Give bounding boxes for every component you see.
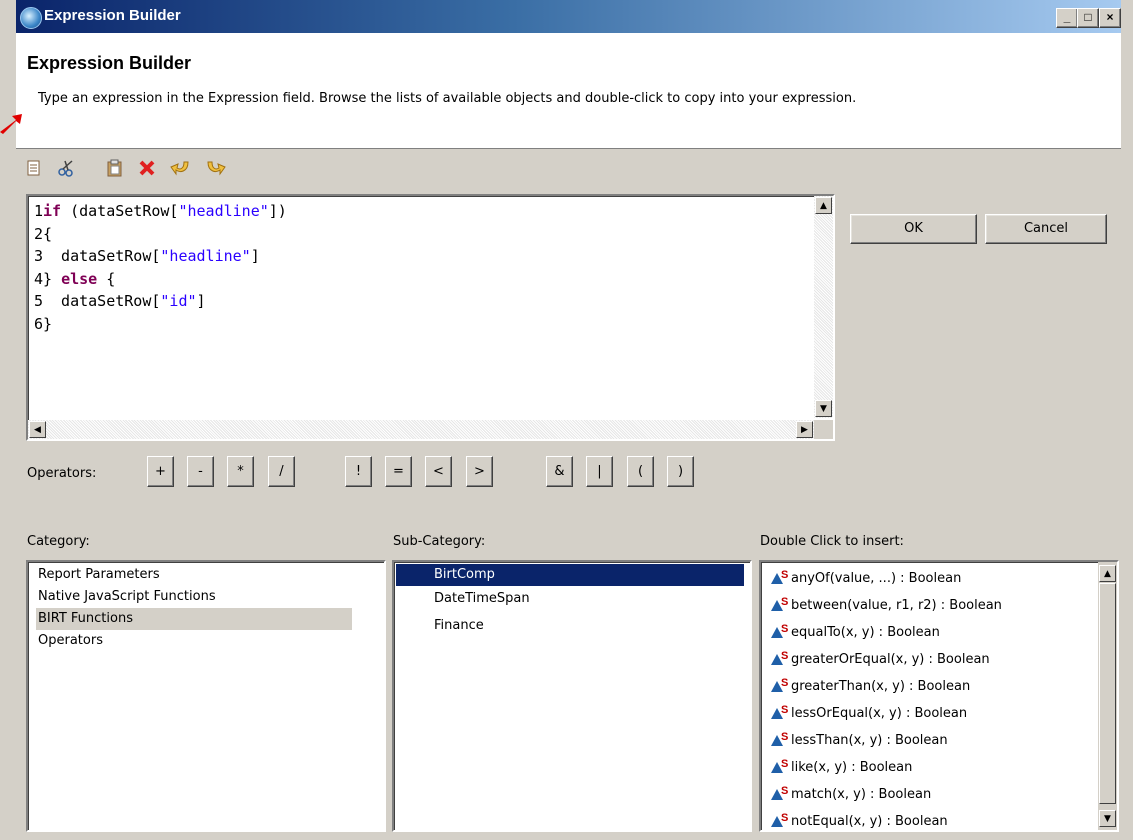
undo-icon[interactable] (170, 158, 192, 180)
delete-icon[interactable] (136, 158, 158, 180)
operator-or-button[interactable]: | (586, 456, 613, 487)
category-item[interactable]: Native JavaScript Functions (38, 586, 216, 608)
operator-less-button[interactable]: < (425, 456, 452, 487)
function-item[interactable]: SequalTo(x, y) : Boolean (771, 621, 940, 644)
code-line: 2{ (34, 224, 53, 243)
static-function-icon: S (771, 594, 791, 612)
static-function-icon: S (771, 729, 791, 747)
operator-multiply-button[interactable]: * (227, 456, 254, 487)
dialog-title: Expression Builder (27, 53, 192, 73)
operator-divide-button[interactable]: / (268, 456, 295, 487)
category-item-selected[interactable]: BIRT Functions (36, 608, 352, 630)
cut-icon[interactable] (56, 158, 78, 180)
static-function-icon: S (771, 756, 791, 774)
function-item[interactable]: Smatch(x, y) : Boolean (771, 783, 931, 806)
subcategory-label: Sub-Category: (393, 534, 486, 549)
function-item[interactable]: Slike(x, y) : Boolean (771, 756, 912, 779)
static-function-icon: S (771, 621, 791, 639)
function-item[interactable]: SgreaterThan(x, y) : Boolean (771, 675, 970, 698)
scroll-right-icon[interactable]: ▶ (796, 421, 813, 438)
category-item[interactable]: Operators (38, 630, 103, 652)
scroll-thumb[interactable] (1099, 583, 1116, 804)
operator-minus-button[interactable]: - (187, 456, 214, 487)
editor-vertical-scrollbar[interactable]: ▲ ▼ (814, 196, 833, 418)
minimize-button[interactable]: _ (1056, 8, 1078, 28)
code-line: 1if (dataSetRow["headline"]) (34, 202, 287, 220)
operator-not-button[interactable]: ! (345, 456, 372, 487)
scroll-left-icon[interactable]: ◀ (29, 421, 46, 438)
subcategory-item[interactable]: Finance (434, 615, 484, 637)
static-function-icon: S (771, 783, 791, 801)
static-function-icon: S (771, 702, 791, 720)
category-list[interactable]: Report Parameters Native JavaScript Func… (26, 560, 386, 832)
function-list[interactable]: SanyOf(value, ...) : Boolean Sbetween(va… (759, 560, 1119, 832)
cancel-button[interactable]: Cancel (985, 214, 1107, 244)
editor-horizontal-scrollbar[interactable]: ◀ ▶ (28, 420, 814, 439)
code-area[interactable]: 1if (dataSetRow["headline"]) 2{ 3 dataSe… (34, 200, 287, 335)
operator-and-button[interactable]: & (546, 456, 573, 487)
static-function-icon: S (771, 675, 791, 693)
copy-icon[interactable] (24, 158, 46, 180)
function-item[interactable]: SlessOrEqual(x, y) : Boolean (771, 702, 967, 725)
dialog-description: Type an expression in the Expression fie… (38, 91, 857, 106)
app-globe-icon (20, 7, 42, 29)
red-arrow-icon (0, 114, 22, 134)
redo-icon[interactable] (204, 158, 226, 180)
paste-icon[interactable] (104, 158, 126, 180)
code-line: 4} else { (34, 269, 116, 288)
dialog-header: Expression Builder Type an expression in… (16, 33, 1121, 149)
maximize-button[interactable]: □ (1077, 8, 1099, 28)
scroll-up-icon[interactable]: ▲ (815, 197, 832, 214)
close-button[interactable]: × (1099, 8, 1121, 28)
scroll-down-icon[interactable]: ▼ (1099, 810, 1116, 827)
title-bar: Expression Builder _ □ × (16, 0, 1121, 33)
function-item[interactable]: Sbetween(value, r1, r2) : Boolean (771, 594, 1002, 617)
static-function-icon: S (771, 810, 791, 828)
function-item[interactable]: SlessThan(x, y) : Boolean (771, 729, 948, 752)
insert-label: Double Click to insert: (760, 534, 904, 549)
code-line: 6} (34, 314, 53, 333)
scroll-up-icon[interactable]: ▲ (1099, 565, 1116, 582)
category-item[interactable]: Report Parameters (38, 564, 160, 586)
subcategory-item-selected[interactable]: BirtComp (396, 564, 744, 586)
subcategory-item[interactable]: DateTimeSpan (434, 588, 530, 610)
expression-editor[interactable]: 1if (dataSetRow["headline"]) 2{ 3 dataSe… (26, 194, 835, 441)
scroll-down-icon[interactable]: ▼ (815, 400, 832, 417)
function-item[interactable]: SanyOf(value, ...) : Boolean (771, 567, 961, 590)
function-item[interactable]: SnotEqual(x, y) : Boolean (771, 810, 948, 830)
operator-open-paren-button[interactable]: ( (627, 456, 654, 487)
function-item[interactable]: SgreaterOrEqual(x, y) : Boolean (771, 648, 990, 671)
category-label: Category: (27, 534, 90, 549)
operator-greater-button[interactable]: > (466, 456, 493, 487)
static-function-icon: S (771, 648, 791, 666)
code-line: 5 dataSetRow["id"] (34, 292, 206, 310)
static-function-icon: S (771, 567, 791, 585)
operators-label: Operators: (27, 466, 97, 481)
operator-equal-button[interactable]: = (385, 456, 412, 487)
operator-plus-button[interactable]: + (147, 456, 174, 487)
code-line: 3 dataSetRow["headline"] (34, 247, 260, 265)
function-list-scrollbar[interactable]: ▲ ▼ (1098, 562, 1117, 830)
ok-button[interactable]: OK (850, 214, 977, 244)
scroll-corner (814, 420, 833, 439)
subcategory-list[interactable]: BirtComp DateTimeSpan Finance (392, 560, 752, 832)
operator-close-paren-button[interactable]: ) (667, 456, 694, 487)
window-title: Expression Builder (44, 7, 181, 24)
